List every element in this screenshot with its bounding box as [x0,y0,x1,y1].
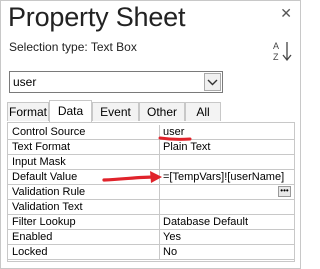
page-title: Property Sheet [8,2,186,32]
property-value[interactable]: ••• [160,185,294,200]
property-name[interactable]: Control Source [8,125,160,140]
property-row-locked: Locked No [8,245,294,260]
property-row-filter-lookup: Filter Lookup Database Default [8,215,294,230]
tab-all[interactable]: All [185,102,221,121]
property-row-enabled: Enabled Yes [8,230,294,245]
property-name[interactable]: Validation Text [8,200,160,215]
tab-strip: Format Data Event Other All [7,100,297,122]
property-value[interactable]: Yes [160,230,294,245]
property-row-validation-rule: Validation Rule ••• [8,185,294,200]
tab-event[interactable]: Event [92,102,139,121]
property-name[interactable]: Validation Rule [8,185,160,200]
property-name[interactable]: Text Format [8,140,160,155]
property-sheet-panel: Property Sheet ✕ Selection type: Text Bo… [0,0,301,269]
property-name[interactable]: Locked [8,245,160,260]
tab-data[interactable]: Data [49,100,92,122]
property-value[interactable]: user [160,125,294,140]
property-row-validation-text: Validation Text [8,200,294,215]
svg-text:Z: Z [273,52,279,62]
tab-other[interactable]: Other [139,102,185,121]
object-selector-value: user [13,75,37,89]
property-row-default-value: Default Value =[TempVars]![userName] [8,170,294,185]
property-value[interactable]: =[TempVars]![userName] [160,170,294,185]
property-value[interactable] [160,200,294,215]
close-icon[interactable]: ✕ [280,5,292,22]
property-row-input-mask: Input Mask [8,155,294,170]
property-name[interactable]: Input Mask [8,155,160,170]
property-value[interactable]: Database Default [160,215,294,230]
property-row-text-format: Text Format Plain Text [8,140,294,155]
property-value[interactable]: No [160,245,294,260]
sort-az-icon[interactable]: A Z [272,39,294,63]
property-name[interactable]: Enabled [8,230,160,245]
tab-format[interactable]: Format [7,102,49,121]
property-grid: Control Source user Text Format Plain Te… [7,122,295,262]
property-row-control-source: Control Source user [8,125,294,140]
chevron-down-icon [207,79,218,86]
property-value[interactable]: Plain Text [160,140,294,155]
property-name[interactable]: Default Value [8,170,160,185]
object-selector-dropdown-button[interactable] [204,73,221,91]
ellipsis-icon[interactable]: ••• [278,186,291,197]
svg-text:A: A [273,41,279,51]
object-selector-combo[interactable]: user [9,71,223,93]
selection-type-label: Selection type: Text Box [9,40,137,54]
property-value[interactable] [160,155,294,170]
property-name[interactable]: Filter Lookup [8,215,160,230]
